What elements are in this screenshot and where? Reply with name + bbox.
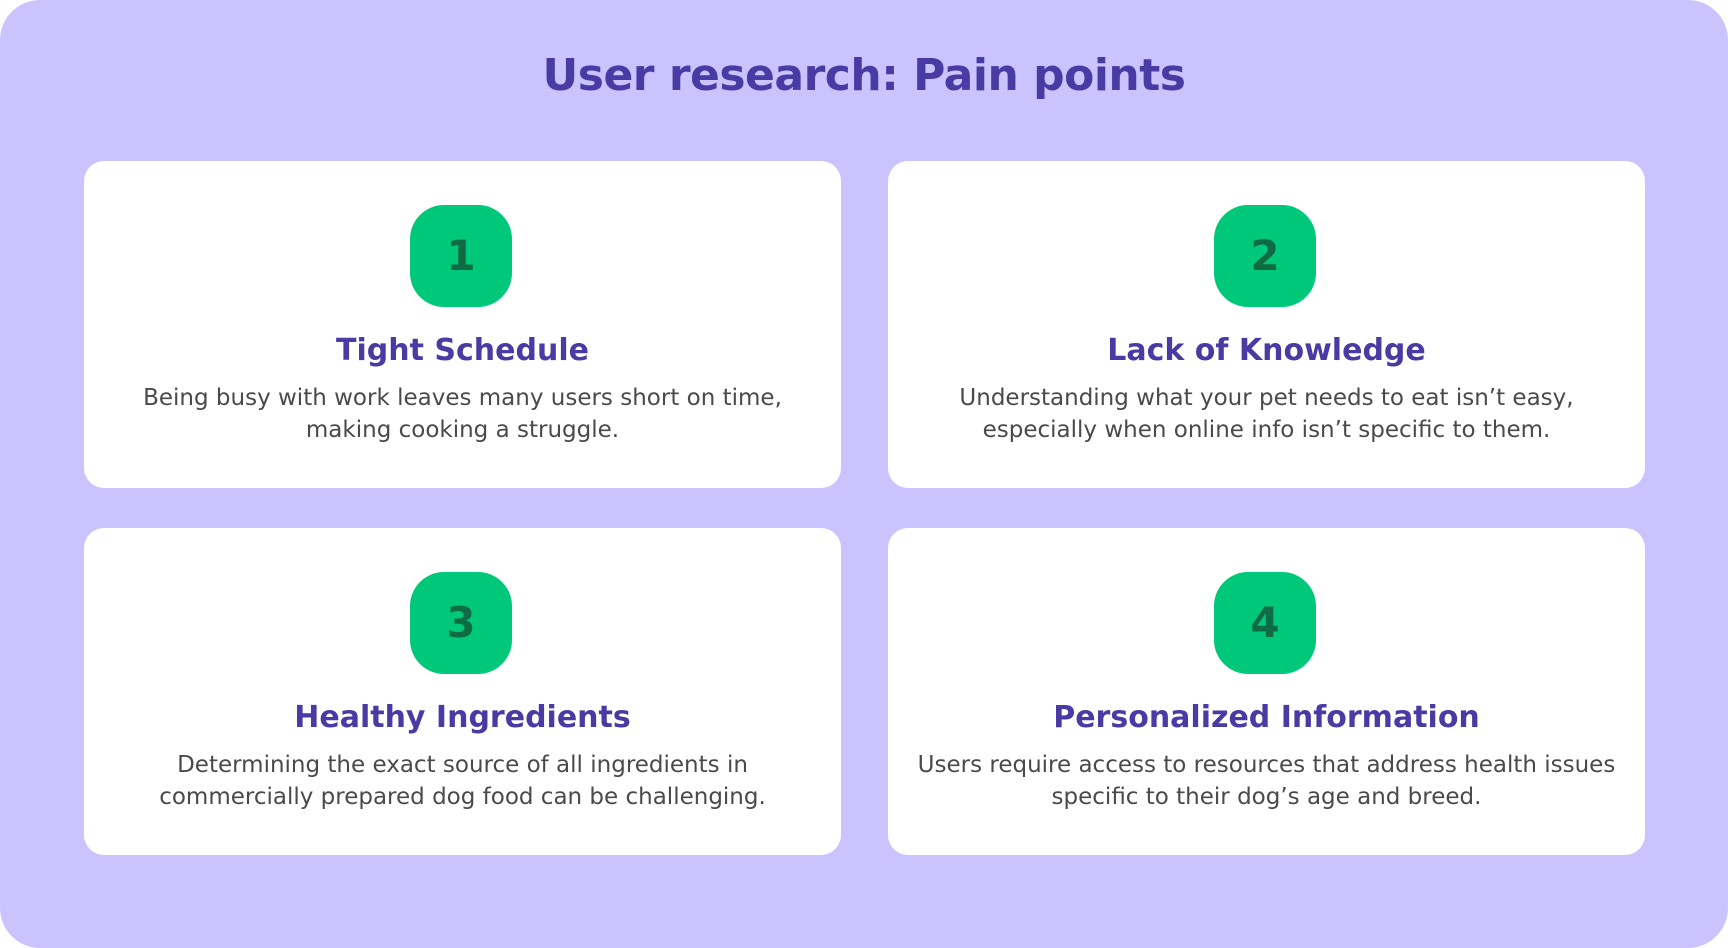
card-description: Determining the exact source of all ingr…: [159, 752, 766, 810]
card-title: Lack of Knowledge: [1107, 333, 1426, 368]
card-description: Being busy with work leaves many users s…: [143, 385, 782, 443]
number-badge: 1: [410, 205, 512, 307]
card-title: Personalized Information: [1053, 700, 1480, 735]
card-title: Healthy Ingredients: [294, 700, 631, 735]
number-badge: 3: [410, 572, 512, 674]
pain-points-board: User research: Pain points 1 Tight Sched…: [0, 0, 1728, 948]
number-badge: 2: [1214, 205, 1316, 307]
page-title: User research: Pain points: [542, 50, 1186, 101]
card-description: Understanding what your pet needs to eat…: [959, 385, 1574, 443]
pain-point-card-4: 4 Personalized Information Users require…: [888, 528, 1645, 855]
card-description: Users require access to resources that a…: [917, 752, 1616, 810]
pain-point-card-3: 3 Healthy Ingredients Determining the ex…: [84, 528, 841, 855]
number-badge: 4: [1214, 572, 1316, 674]
pain-point-card-1: 1 Tight Schedule Being busy with work le…: [84, 161, 841, 488]
pain-point-card-2: 2 Lack of Knowledge Understanding what y…: [888, 161, 1645, 488]
card-title: Tight Schedule: [336, 333, 589, 368]
